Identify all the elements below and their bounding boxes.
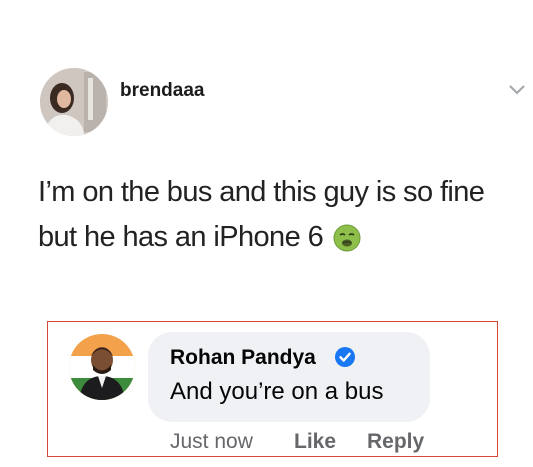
tweet-card: brendaaa I’m on the bus and this guy is … bbox=[0, 0, 533, 300]
like-button[interactable]: Like bbox=[294, 430, 336, 454]
tweet-text-content: I’m on the bus and this guy is so fine b… bbox=[38, 176, 485, 253]
reply-text: And you’re on a bus bbox=[170, 378, 384, 405]
comment-bubble: Rohan Pandya And you’re on a bus bbox=[148, 332, 430, 422]
nauseated-face-emoji-icon bbox=[333, 224, 361, 252]
reply-avatar[interactable] bbox=[69, 334, 135, 400]
tweet-username[interactable]: brendaaa bbox=[120, 80, 204, 102]
reply-button[interactable]: Reply bbox=[367, 430, 424, 454]
verified-badge-icon bbox=[335, 347, 355, 367]
tweet-text: I’m on the bus and this guy is so fine b… bbox=[38, 170, 528, 260]
reply-author-name[interactable]: Rohan Pandya bbox=[170, 346, 316, 370]
timestamp[interactable]: Just now bbox=[170, 430, 253, 453]
chevron-down-icon[interactable] bbox=[508, 84, 526, 96]
comment-actions: Just now Like Reply bbox=[170, 430, 424, 454]
highlighted-reply: Rohan Pandya And you’re on a bus Just no… bbox=[47, 321, 498, 457]
tweet-avatar[interactable] bbox=[40, 68, 108, 136]
